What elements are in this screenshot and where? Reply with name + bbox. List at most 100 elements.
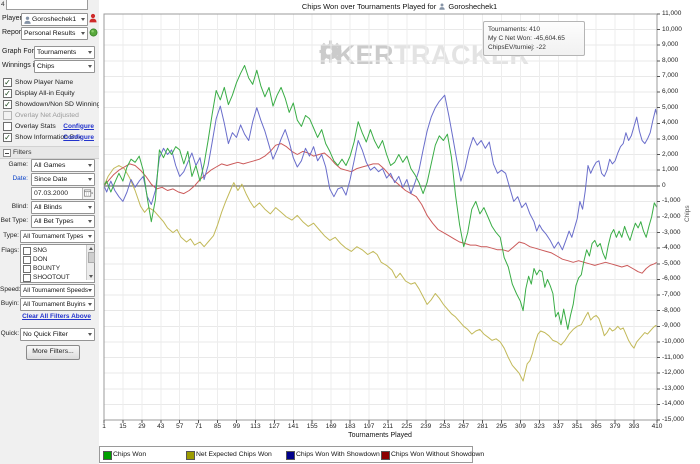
scroll-up-icon[interactable] (88, 247, 93, 250)
buyin-value: All Tournament Buyins (23, 300, 86, 308)
bet-type-label: Bet Type: (0, 217, 28, 224)
checkbox[interactable] (23, 265, 31, 273)
buyin-label: Buyin: (0, 300, 19, 307)
checkbox-row[interactable]: ✓ Show Player Name (3, 78, 97, 88)
report-value: Personal Results (24, 29, 76, 37)
plot-area[interactable]: P KER TRACKER (103, 13, 660, 423)
blind-value: All Blinds (34, 203, 62, 211)
legend-label: Chips Won (113, 450, 147, 458)
date-label: Date: (12, 175, 28, 182)
graph-for-row: Graph For: Tournaments (0, 46, 99, 59)
game-value: All Games (34, 161, 66, 169)
flag-row[interactable]: SHOOTOUT (23, 273, 83, 282)
checkbox-row[interactable]: ✓ Showdown/Non SD Winnings (3, 100, 104, 110)
y-tick-label: -6,000 (662, 275, 681, 283)
clear-filters-link[interactable]: Clear All Filters Above (20, 313, 93, 320)
quick-value: No Quick Filter (23, 330, 68, 338)
flag-label: DON (33, 256, 48, 263)
blind-label: Blind: (11, 203, 28, 210)
checkbox[interactable]: ✓ (3, 89, 12, 98)
type-select[interactable]: All Tournament Types (20, 230, 95, 243)
flag-row[interactable]: BOUNTY (23, 264, 83, 273)
flag-row[interactable]: DON (23, 255, 83, 264)
buyin-select[interactable]: All Tournament Buyins (20, 298, 95, 311)
player-select[interactable]: Goroshechek1 (21, 13, 88, 26)
y-tick-label: -5,000 (662, 259, 681, 267)
checkbox-label: Overlay Net Adjusted (15, 111, 79, 119)
flags-listbox[interactable]: SNG DON BOUNTY SHOOTOUT (20, 244, 95, 283)
legend-swatch (286, 450, 295, 460)
quick-select[interactable]: No Quick Filter (20, 328, 95, 341)
flag-label: SHOOTOUT (33, 274, 70, 281)
y-tick-label: 0 (662, 181, 666, 189)
info-box[interactable]: Tournaments: 410 My C Net Won: -45,604.65… (483, 21, 585, 56)
winnings-in-select[interactable]: Chips (34, 60, 95, 73)
speed-label: Speed: (0, 286, 21, 293)
checkbox-row[interactable]: ✓ Show Information Box Configure (3, 133, 97, 143)
chevron-down-icon (88, 164, 92, 167)
checkbox[interactable]: ✓ (3, 100, 12, 109)
filters-header[interactable]: Filters (0, 146, 99, 159)
checkbox[interactable]: ✓ (3, 133, 12, 142)
calendar-icon[interactable] (82, 188, 94, 199)
flags-label: Flags: (1, 247, 19, 254)
chevron-down-icon (88, 178, 92, 181)
chevron-down-icon (88, 51, 92, 54)
y-tick-label: 6,000 (662, 88, 679, 96)
game-select[interactable]: All Games (31, 159, 95, 172)
checkbox[interactable]: ✓ (3, 78, 12, 87)
player-person-icon[interactable] (89, 13, 98, 24)
blind-select[interactable]: All Blinds (31, 201, 95, 214)
collapse-icon[interactable] (3, 149, 11, 157)
chevron-down-icon (81, 18, 85, 21)
y-tick-label: 9,000 (662, 41, 679, 49)
flags-scrollbar[interactable] (86, 245, 95, 280)
y-tick-label: 11,000 (662, 10, 682, 17)
y-tick-label: -7,000 (662, 291, 681, 299)
report-select[interactable]: Personal Results (21, 27, 88, 40)
date-select[interactable]: Since Date (31, 173, 95, 186)
partial-top-control[interactable] (6, 0, 88, 10)
checkbox[interactable] (3, 111, 12, 120)
blind-row: Blind: All Blinds (0, 201, 99, 214)
scroll-thumb[interactable] (87, 252, 95, 263)
legend-label: Chips Won With Showdown (296, 450, 380, 458)
chart-lines (103, 13, 660, 423)
checkbox[interactable] (23, 256, 31, 264)
type-row: Type: All Tournament Types (0, 230, 99, 243)
checkbox-row[interactable]: ✓ Display All-in Equity (3, 89, 97, 99)
y-tick-label: 3,000 (662, 134, 679, 142)
player-row: Player: Goroshechek1 (0, 13, 99, 26)
chevron-down-icon (88, 333, 92, 336)
quick-label: Quick: (0, 330, 19, 337)
y-tick-label: -12,000 (662, 369, 685, 377)
graph-for-select[interactable]: Tournaments (34, 46, 95, 59)
speed-select[interactable]: All Tournament Speeds (20, 284, 95, 297)
more-filters-button[interactable]: More Filters... (26, 345, 80, 360)
checkbox[interactable] (23, 247, 31, 255)
sidebar-checkbox-list: ✓ Show Player Name ✓ Display All-in Equity ✓… (0, 78, 104, 146)
scroll-down-icon[interactable] (88, 275, 93, 278)
chevron-down-icon (88, 220, 92, 223)
checkbox[interactable] (23, 274, 31, 282)
flag-row[interactable]: SNG (23, 246, 83, 255)
refresh-icon[interactable] (89, 28, 98, 39)
sidebar: 4 Player: Goroshechek1 Report: Personal … (0, 0, 104, 464)
date-input-value: 07.03.2000 (34, 189, 69, 197)
configure-link[interactable]: Configure (63, 134, 94, 141)
filters-title: Filters (13, 148, 32, 156)
checkbox-row[interactable]: Overlay Stats Configure (3, 122, 97, 132)
checkbox[interactable] (3, 122, 12, 131)
y-tick-label: 2,000 (662, 150, 679, 158)
date-input[interactable]: 07.03.2000 (31, 187, 95, 200)
checkbox-row[interactable]: Overlay Net Adjusted (3, 111, 97, 121)
chart-panel: Chips Won over Tournaments Played for Go… (99, 0, 700, 464)
chevron-down-icon (88, 303, 92, 306)
configure-link[interactable]: Configure (63, 123, 94, 130)
bet-type-select[interactable]: All Bet Types (31, 215, 95, 228)
x-axis-title: Tournaments Played (348, 432, 412, 439)
y-tick-label: 4,000 (662, 119, 679, 127)
y-tick-label: 10,000 (662, 25, 682, 33)
report-row: Report: Personal Results (0, 27, 99, 40)
winnings-in-value: Chips (37, 62, 55, 70)
